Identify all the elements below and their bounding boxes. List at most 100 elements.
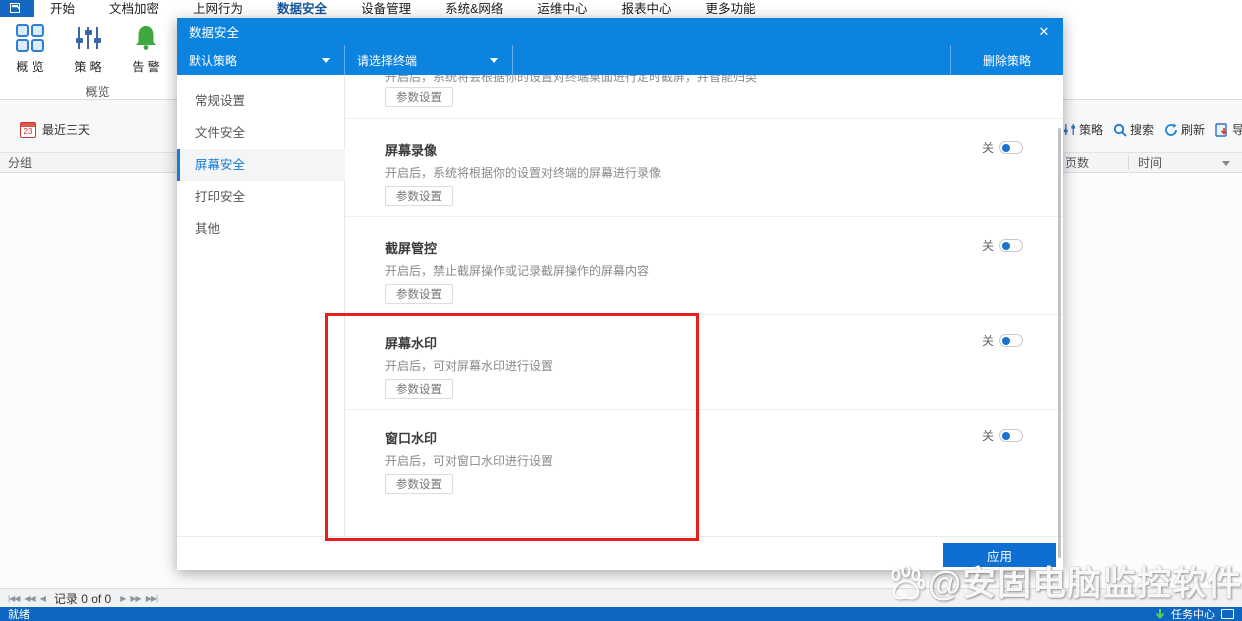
screen-watermark-toggle[interactable]: 关 [982, 332, 1024, 349]
section-title: 屏幕水印 [385, 336, 438, 351]
pagination-bar: |◀◀ ◀◀ ◀ 记录 0 of 0 ▶ ▶▶ ▶▶| [0, 588, 1242, 607]
dialog-header: 数据安全 ✕ [177, 18, 1063, 45]
fast-prev-button[interactable]: ◀◀ [24, 594, 35, 603]
refresh-icon [1165, 123, 1177, 136]
dialog-content: 开启后，系统将会根据你的设置对终端桌面进行定时截屏，并智能归类 参数设置 屏幕录… [345, 75, 1063, 536]
last-page-button[interactable]: ▶▶| [146, 594, 158, 603]
column-divider [1128, 156, 1129, 170]
sidebar-item-print-security[interactable]: 打印安全 [177, 181, 345, 213]
fast-next-button[interactable]: ▶▶ [130, 594, 141, 603]
column-header-time[interactable]: 时间 [1130, 153, 1162, 173]
sidebar-item-general[interactable]: 常规设置 [177, 85, 345, 117]
param-settings-button[interactable]: 参数设置 [385, 186, 453, 206]
policy-select-value: 默认策略 [189, 53, 238, 68]
search-label: 搜索 [1130, 123, 1155, 137]
section-title: 屏幕录像 [385, 143, 438, 158]
section-description: 开启后，可对窗口水印进行设置 [385, 454, 554, 468]
toggle-switch [999, 141, 1024, 154]
chevron-down-icon [490, 57, 498, 63]
toggle-switch [999, 429, 1024, 442]
prev-page-button[interactable]: ◀ [40, 594, 46, 603]
toggle-knob [1002, 241, 1011, 250]
param-settings-button[interactable]: 参数设置 [385, 474, 453, 494]
dialog-toolbar: 默认策略 请选择终端 删除策略 [177, 45, 1063, 75]
overview-grid-icon [13, 21, 47, 55]
dialog-title: 数据安全 [189, 26, 240, 40]
record-count: 记录 0 of 0 [53, 591, 112, 606]
data-security-dialog: 数据安全 ✕ 默认策略 请选择终端 删除策略 常规设置 文件安全 屏幕安全 打印… [177, 18, 1063, 570]
tool-alert[interactable]: 告 警 [124, 21, 168, 75]
alert-bell-icon [129, 21, 163, 55]
window-watermark-toggle[interactable]: 关 [982, 427, 1024, 444]
calendar-icon: 23 [20, 121, 36, 138]
next-page-button[interactable]: ▶ [120, 594, 126, 603]
dialog-sidebar: 常规设置 文件安全 屏幕安全 打印安全 其他 [177, 75, 345, 536]
window-icon [10, 3, 21, 13]
delete-policy-button[interactable]: 删除策略 [950, 45, 1063, 75]
toggle-knob [1002, 336, 1011, 345]
dialog-scrollbar-thumb[interactable] [1058, 128, 1061, 558]
screenshot-control-toggle[interactable]: 关 [982, 237, 1024, 254]
app-menu-button[interactable] [0, 0, 34, 17]
toggle-state-label: 关 [982, 239, 995, 253]
search-icon [1113, 123, 1127, 137]
section-title: 截屏管控 [385, 241, 438, 256]
menubar: 开始 文档加密 上网行为 数据安全 设备管理 系统&网络 运维中心 报表中心 更… [0, 0, 1242, 21]
sidebar-item-file-security[interactable]: 文件安全 [177, 117, 345, 149]
policy-label: 策略 [1079, 123, 1104, 137]
close-icon[interactable]: ✕ [1035, 23, 1053, 41]
terminal-select-value: 请选择终端 [357, 53, 418, 68]
policy-select-dropdown[interactable]: 默认策略 [177, 45, 345, 75]
param-settings-button[interactable]: 参数设置 [385, 87, 453, 107]
section-divider [345, 118, 1063, 119]
export-label: 导出 [1232, 123, 1242, 137]
refresh-label: 刷新 [1181, 123, 1206, 137]
monitor-icon[interactable] [1221, 609, 1234, 619]
toggle-knob [1002, 431, 1011, 440]
policy-button[interactable]: 策略 [1063, 121, 1103, 138]
export-button[interactable]: 导出 [1215, 121, 1242, 138]
task-center-button[interactable]: 任务中心 [1171, 606, 1215, 621]
section-description: 开启后，禁止截屏操作或记录截屏操作的屏幕内容 [385, 264, 650, 278]
tool-policy[interactable]: 策 略 [66, 21, 110, 75]
application-window: 开始 文档加密 上网行为 数据安全 设备管理 系统&网络 运维中心 报表中心 更… [0, 0, 1242, 621]
status-text: 就绪 [8, 609, 30, 621]
first-page-button[interactable]: |◀◀ [8, 594, 20, 603]
date-range-filter[interactable]: 23 最近三天 [20, 121, 90, 138]
tool-label: 策 略 [74, 60, 102, 74]
section-title: 窗口水印 [385, 431, 438, 446]
refresh-button[interactable]: 刷新 [1164, 121, 1205, 138]
terminal-select-dropdown[interactable]: 请选择终端 [345, 45, 513, 75]
date-range-label: 最近三天 [42, 123, 91, 137]
param-settings-button[interactable]: 参数设置 [385, 379, 453, 399]
toggle-knob [1002, 143, 1011, 152]
policy-sliders-icon [1063, 123, 1076, 136]
section-divider [345, 314, 1063, 315]
policy-sliders-icon [71, 21, 105, 55]
toggle-switch [999, 334, 1024, 347]
column-header-group[interactable]: 分组 [0, 153, 32, 173]
section-description: 开启后，可对屏幕水印进行设置 [385, 359, 554, 373]
chevron-down-icon[interactable] [1222, 161, 1230, 166]
param-settings-button[interactable]: 参数设置 [385, 284, 453, 304]
apply-button[interactable]: 应用 [943, 543, 1056, 567]
section-description: 开启后，系统将根据你的设置对终端的屏幕进行录像 [385, 166, 662, 180]
section-description: 开启后，系统将会根据你的设置对终端桌面进行定时截屏，并智能归类 [385, 75, 758, 84]
list-toolbar: 策略 搜索 刷新 导出 [1063, 121, 1242, 138]
export-icon [1215, 122, 1228, 137]
chevron-down-icon [322, 57, 330, 63]
screen-recording-toggle[interactable]: 关 [982, 139, 1024, 156]
tool-label: 概 览 [16, 60, 44, 74]
tool-label: 告 警 [132, 60, 160, 74]
toggle-state-label: 关 [982, 141, 995, 155]
toggle-state-label: 关 [982, 429, 995, 443]
ribbon-group-label: 概览 [85, 85, 110, 99]
tool-overview[interactable]: 概 览 [8, 21, 52, 75]
download-arrow-icon [1155, 608, 1165, 619]
dialog-footer: 应用 [177, 536, 1063, 570]
sidebar-item-other[interactable]: 其他 [177, 213, 345, 245]
sidebar-item-screen-security[interactable]: 屏幕安全 [177, 149, 345, 181]
status-bar: 就绪 任务中心 [0, 607, 1242, 621]
search-button[interactable]: 搜索 [1113, 121, 1154, 138]
toggle-switch [999, 239, 1024, 252]
